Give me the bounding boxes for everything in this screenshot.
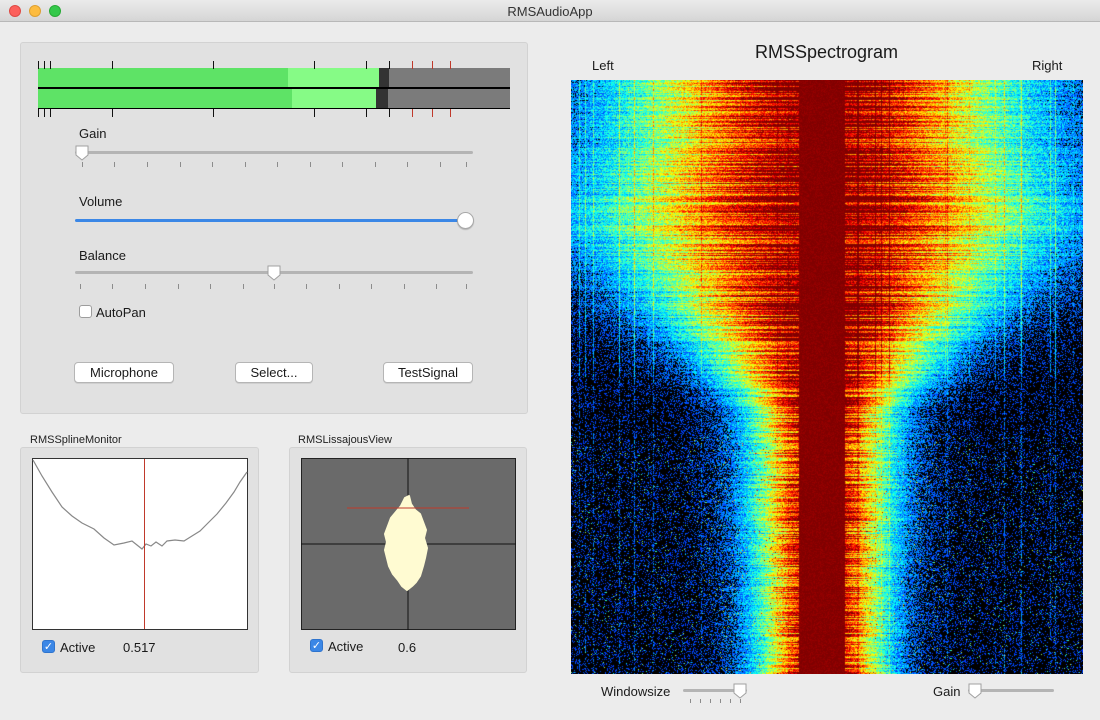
gain-slider-track[interactable] [75,151,473,154]
volume-slider-track[interactable] [75,219,473,222]
windowsize-label: Windowsize [601,684,671,699]
spectrogram-gain-slider-knob[interactable] [968,683,982,699]
spectrogram-right-label: Right [1032,58,1063,73]
spline-monitor-title: RMSSplineMonitor [30,434,122,446]
meter-left-hold [379,68,389,87]
spectrogram-title: RMSSpectrogram [754,42,899,62]
spline-active-checkbox[interactable]: ✓ [42,640,55,653]
window-title: RMSAudioApp [507,4,593,19]
meter-right-rms [38,89,292,108]
meter-right-peak [292,89,376,108]
meter-row-right [38,89,510,108]
spectrogram-gain-label: Gain [933,684,961,699]
meter-left-peak [288,68,379,87]
volume-label: Volume [79,194,123,209]
lissajous-plot [301,458,516,630]
meter-left-rms [38,68,288,87]
windowsize-slider-knob[interactable] [733,683,747,699]
gain-slider-knob[interactable] [75,145,89,161]
volume-slider-knob[interactable] [457,212,474,229]
balance-slider-knob[interactable] [267,265,281,281]
spline-value: 0.517 [123,640,156,655]
meter-row-left [38,68,510,87]
spectrogram-canvas [571,80,1083,674]
meter-right-hold [376,89,388,108]
lissajous-active-checkbox[interactable]: ✓ [310,639,323,652]
gain-label: Gain [79,126,107,141]
balance-label: Balance [79,248,126,263]
lissajous-active-label: Active [328,639,364,654]
spline-monitor-plot [32,458,248,630]
spline-active-label: Active [60,640,96,655]
lissajous-value: 0.6 [398,640,417,655]
autopan-checkbox[interactable] [79,305,92,318]
level-meter [38,68,510,109]
spectrogram-left-label: Left [592,58,614,73]
select-button[interactable]: Select... [235,362,313,383]
microphone-button[interactable]: Microphone [74,362,174,383]
autopan-label: AutoPan [96,305,146,320]
lissajous-title: RMSLissajousView [298,434,392,446]
title-bar: RMSAudioApp [0,0,1100,22]
testsignal-button[interactable]: TestSignal [383,362,473,383]
